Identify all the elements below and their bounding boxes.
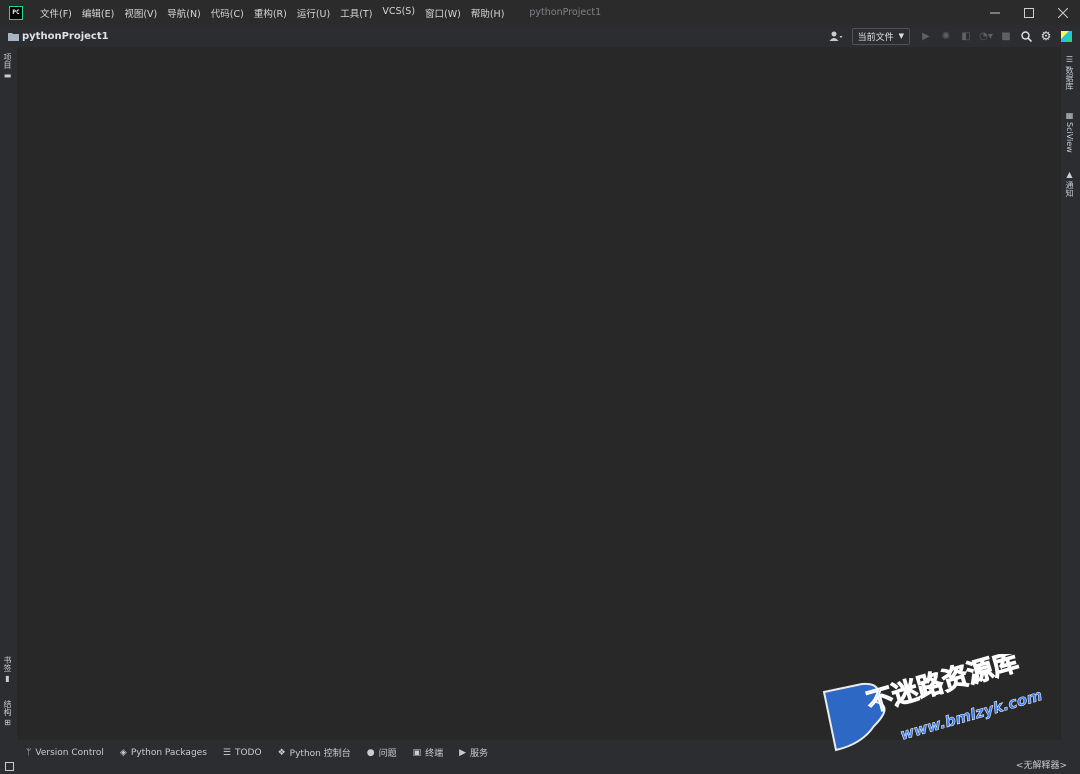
maximize-icon: [1024, 7, 1034, 18]
jetbrains-logo-icon: [1060, 30, 1072, 42]
bookmark-icon: ▮: [5, 674, 10, 683]
coverage-button[interactable]: ◧: [956, 26, 976, 46]
database-tool-tab[interactable]: ☰ 数据库: [1065, 53, 1074, 90]
window-title: pythonProject1: [529, 7, 602, 18]
maximize-button[interactable]: [1012, 0, 1046, 25]
interpreter-status[interactable]: <无解释器>: [1016, 758, 1067, 771]
profile-button[interactable]: ◔▾: [976, 26, 996, 46]
user-icon: [829, 31, 843, 41]
database-icon: ☰: [1065, 55, 1074, 64]
bookmarks-tab-label: 书签: [3, 656, 12, 672]
version-control-label: Version Control: [35, 747, 104, 758]
problems-label: 问题: [378, 749, 397, 759]
terminal-tab[interactable]: ▣ 终端: [412, 746, 444, 760]
notifications-tab-label: 通知: [1065, 181, 1074, 197]
services-tab[interactable]: ▶ 服务: [459, 746, 489, 760]
main-menu: 文件(F) 编辑(E) 视图(V) 导航(N) 代码(C) 重构(R) 运行(U…: [35, 6, 509, 20]
python-console-label: Python 控制台: [289, 749, 351, 759]
chevron-down-icon: ▼: [898, 32, 904, 40]
menu-refactor[interactable]: 重构(R): [249, 6, 292, 20]
profiler-icon: ◔▾: [979, 30, 993, 42]
terminal-icon: ▣: [412, 747, 422, 758]
run-icon: ▶: [922, 30, 930, 42]
sciview-tool-tab[interactable]: ▦ SciView: [1065, 109, 1074, 153]
branch-icon: ᛘ: [26, 747, 32, 758]
bookmarks-tool-tab[interactable]: 书签 ▮: [3, 656, 12, 685]
menu-vcs[interactable]: VCS(S): [377, 6, 420, 20]
menu-tools[interactable]: 工具(T): [335, 6, 377, 20]
structure-tab-label: 结构: [3, 700, 12, 716]
menu-run[interactable]: 运行(U): [292, 6, 335, 20]
bell-icon: ▲: [1066, 170, 1073, 179]
layers-icon: ◈: [119, 747, 127, 758]
debug-button[interactable]: ✺: [936, 26, 956, 46]
database-tab-label: 数据库: [1065, 66, 1074, 90]
toolbar-actions: 当前文件 ▼ ▶ ✺ ◧ ◔▾ ■ ⚙: [826, 25, 1076, 47]
search-icon: [1020, 30, 1032, 42]
menu-edit[interactable]: 编辑(E): [77, 6, 119, 20]
bug-icon: ✺: [941, 30, 951, 42]
sciview-tab-label: SciView: [1065, 122, 1074, 153]
version-control-tab[interactable]: ᛘ Version Control: [26, 748, 104, 758]
coverage-icon: ◧: [961, 30, 971, 42]
run-config-label: 当前文件: [857, 32, 894, 43]
terminal-label: 终端: [425, 749, 444, 759]
structure-tool-tab[interactable]: 结构 ⊞: [3, 700, 12, 729]
close-button[interactable]: [1046, 0, 1080, 25]
left-tool-stripe: 项目 ▬ 书签 ▮ 结构 ⊞: [0, 47, 17, 740]
navigation-toolbar: pythonProject1 当前文件 ▼ ▶ ✺ ◧ ◔▾ ■ ⚙: [0, 25, 1080, 47]
play-circle-icon: ▶: [459, 747, 467, 758]
notifications-tool-tab[interactable]: ▲ 通知: [1065, 168, 1074, 197]
python-packages-label: Python Packages: [130, 747, 207, 758]
gear-icon: ⚙: [1040, 29, 1052, 43]
menu-navigate[interactable]: 导航(N): [162, 6, 206, 20]
folder-icon: [8, 32, 19, 41]
menu-window[interactable]: 窗口(W): [420, 6, 466, 20]
structure-icon: ⊞: [4, 718, 11, 727]
problems-tab[interactable]: ● 问题: [366, 746, 397, 760]
title-bar: PC 文件(F) 编辑(E) 视图(V) 导航(N) 代码(C) 重构(R) 运…: [0, 0, 1080, 25]
jetbrains-updates-button[interactable]: [1056, 26, 1076, 46]
stop-icon: ■: [1001, 30, 1011, 42]
search-button[interactable]: [1016, 26, 1036, 46]
services-label: 服务: [470, 749, 489, 759]
settings-button[interactable]: ⚙: [1036, 26, 1056, 46]
project-tab-label: 项目: [3, 53, 12, 69]
menu-view[interactable]: 视图(V): [119, 6, 162, 20]
watermark-logo: 不迷路资源库 www.bmlzyk.com: [822, 654, 1045, 752]
tool-window-toggle-icon[interactable]: [5, 762, 14, 771]
menu-code[interactable]: 代码(C): [206, 6, 249, 20]
right-tool-stripe: ☰ 数据库 ▦ SciView ▲ 通知: [1061, 47, 1080, 740]
menu-help[interactable]: 帮助(H): [466, 6, 510, 20]
run-button[interactable]: ▶: [916, 26, 936, 46]
menu-file[interactable]: 文件(F): [35, 6, 77, 20]
python-packages-tab[interactable]: ◈ Python Packages: [120, 748, 207, 758]
python-icon: ❖: [277, 747, 286, 758]
info-icon: ●: [366, 747, 375, 758]
python-console-tab[interactable]: ❖ Python 控制台: [277, 746, 351, 760]
pycharm-logo-icon[interactable]: PC: [9, 5, 23, 20]
grid-icon: ▦: [1065, 111, 1074, 120]
project-tool-tab[interactable]: 项目 ▬: [3, 53, 12, 82]
minimize-button[interactable]: [978, 0, 1012, 25]
run-configuration-select[interactable]: 当前文件 ▼: [851, 27, 910, 45]
todo-label: TODO: [234, 747, 262, 758]
todo-tab[interactable]: ☰ TODO: [223, 748, 262, 758]
bottom-tool-tabs: ᛘ Version Control ◈ Python Packages ☰ TO…: [26, 744, 504, 761]
project-breadcrumb[interactable]: pythonProject1: [22, 31, 109, 42]
editor-area[interactable]: [17, 47, 1061, 740]
account-button[interactable]: [826, 26, 846, 46]
close-icon: [1058, 7, 1068, 18]
list-icon: ☰: [222, 747, 231, 758]
minimize-icon: [990, 12, 1000, 13]
stop-button[interactable]: ■: [996, 26, 1016, 46]
folder-icon: ▬: [3, 71, 12, 80]
window-controls: [978, 0, 1080, 25]
